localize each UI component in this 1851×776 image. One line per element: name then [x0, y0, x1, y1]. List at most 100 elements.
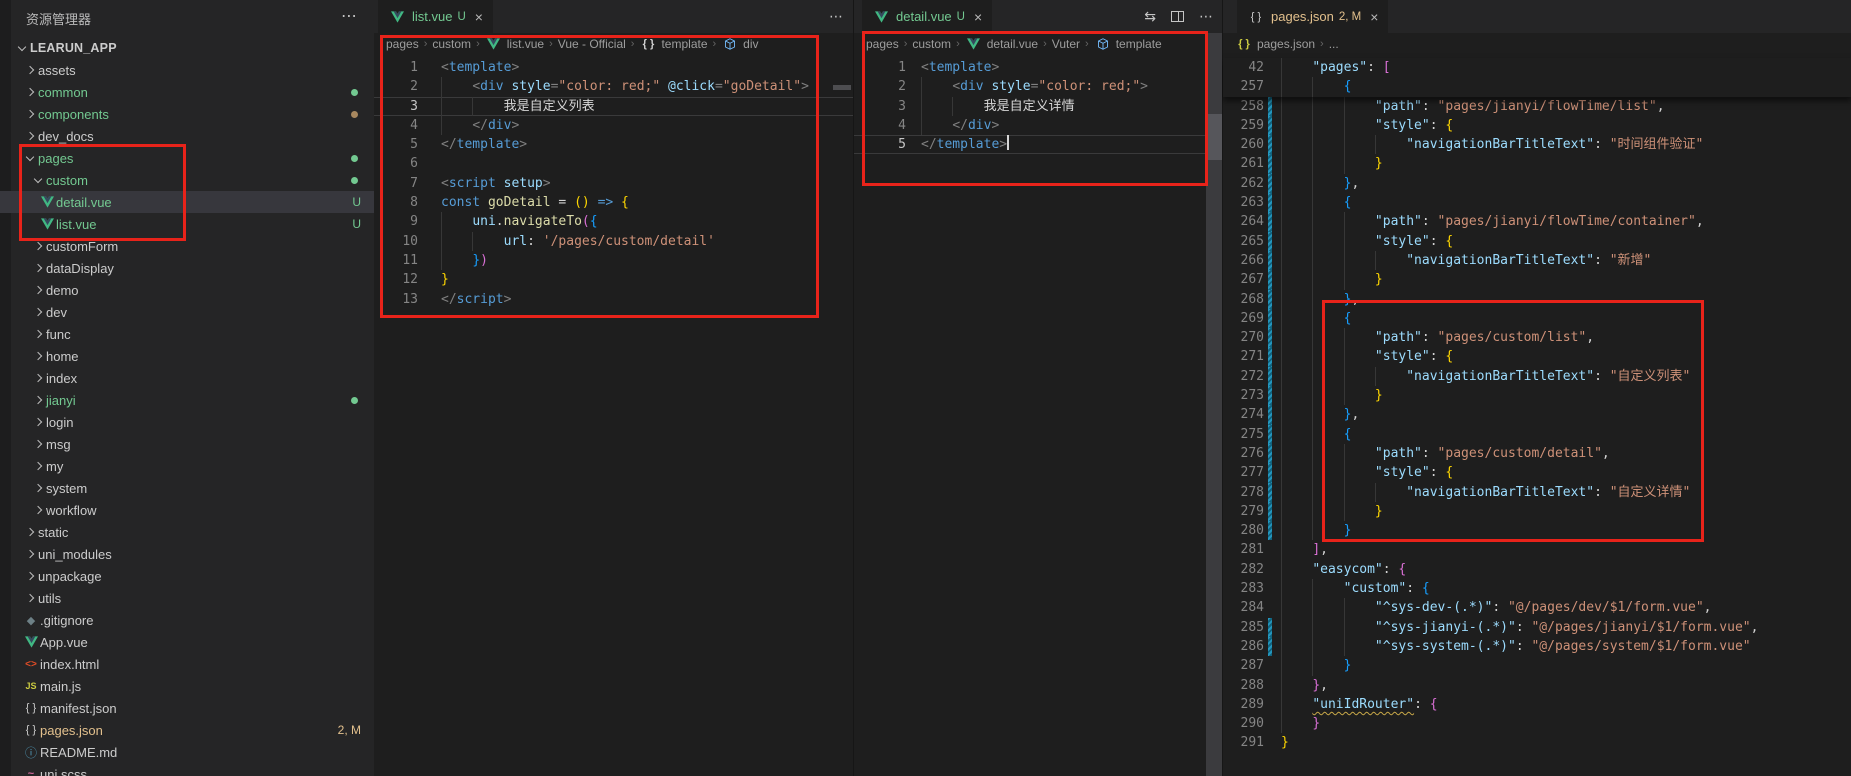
- breadcrumb-item[interactable]: detail.vue: [965, 37, 1038, 51]
- code-line[interactable]: 274 },: [1223, 405, 1851, 424]
- breadcrumb-item[interactable]: { }pages.json: [1235, 37, 1315, 51]
- breadcrumb-item[interactable]: Vue - Official: [558, 37, 626, 51]
- breadcrumb-item[interactable]: { }template: [639, 37, 707, 51]
- tree-item-pages[interactable]: pages: [0, 147, 374, 169]
- breadcrumb-item[interactable]: custom: [432, 37, 471, 51]
- code-line[interactable]: 262 },: [1223, 174, 1851, 193]
- code-area[interactable]: 1<template>2 <div style="color: red;" @c…: [374, 55, 853, 776]
- tree-item-manifest.json[interactable]: { }manifest.json: [0, 697, 374, 719]
- code-line[interactable]: 264 "path": "pages/jianyi/flowTime/conta…: [1223, 212, 1851, 231]
- tree-item-unpackage[interactable]: unpackage: [0, 565, 374, 587]
- tab-list-vue[interactable]: list.vueU×: [378, 0, 493, 33]
- code-line[interactable]: 257 {: [1223, 77, 1851, 96]
- breadcrumb-item[interactable]: div: [721, 37, 758, 51]
- tree-item-App.vue[interactable]: App.vue: [0, 631, 374, 653]
- tree-item-common[interactable]: common: [0, 81, 374, 103]
- code-line[interactable]: 4 </div>: [374, 116, 853, 135]
- close-icon[interactable]: ×: [974, 9, 982, 25]
- code-area[interactable]: 42 "pages": [257 {258 "path": "pages/jia…: [1223, 55, 1851, 776]
- tree-item-dev_docs[interactable]: dev_docs: [0, 125, 374, 147]
- tree-item-dataDisplay[interactable]: dataDisplay: [0, 257, 374, 279]
- code-line[interactable]: 265 "style": {: [1223, 232, 1851, 251]
- tree-item-msg[interactable]: msg: [0, 433, 374, 455]
- code-line[interactable]: 3 我是自定义详情: [854, 97, 1223, 116]
- code-line[interactable]: 2 <div style="color: red;" @click="goDet…: [374, 77, 853, 96]
- more-actions-icon[interactable]: ⋯: [1199, 8, 1213, 25]
- code-line[interactable]: 276 "path": "pages/custom/detail",: [1223, 444, 1851, 463]
- tree-item-.gitignore[interactable]: ◆.gitignore: [0, 609, 374, 631]
- tree-item-index.html[interactable]: <>index.html: [0, 653, 374, 675]
- code-line[interactable]: 277 "style": {: [1223, 463, 1851, 482]
- code-area[interactable]: 1<template>2 <div style="color: red;">3 …: [854, 55, 1223, 776]
- code-line[interactable]: 280 }: [1223, 521, 1851, 540]
- code-line[interactable]: 258 "path": "pages/jianyi/flowTime/list"…: [1223, 97, 1851, 116]
- tree-item-utils[interactable]: utils: [0, 587, 374, 609]
- code-line[interactable]: 285 "^sys-jianyi-(.*)": "@/pages/jianyi/…: [1223, 618, 1851, 637]
- tree-item-index[interactable]: index: [0, 367, 374, 389]
- tree-item-workflow[interactable]: workflow: [0, 499, 374, 521]
- code-line[interactable]: 269 {: [1223, 309, 1851, 328]
- open-changes-icon[interactable]: ⇆: [1144, 8, 1156, 25]
- code-line[interactable]: 282 "easycom": {: [1223, 560, 1851, 579]
- code-line[interactable]: 267 }: [1223, 270, 1851, 289]
- code-line[interactable]: 290 }: [1223, 714, 1851, 733]
- tree-item-components[interactable]: components: [0, 103, 374, 125]
- code-line[interactable]: 13</script>: [374, 290, 853, 309]
- tree-item-demo[interactable]: demo: [0, 279, 374, 301]
- code-line[interactable]: 284 "^sys-dev-(.*)": "@/pages/dev/$1/for…: [1223, 598, 1851, 617]
- code-line[interactable]: 1<template>: [854, 58, 1223, 77]
- breadcrumb-item[interactable]: custom: [912, 37, 951, 51]
- code-line[interactable]: 273 }: [1223, 386, 1851, 405]
- tree-item-LEARUN_APP[interactable]: LEARUN_APP: [0, 37, 374, 59]
- code-line[interactable]: 5</template>: [374, 135, 853, 154]
- code-line[interactable]: 4 </div>: [854, 116, 1223, 135]
- close-icon[interactable]: ×: [1370, 9, 1378, 25]
- code-line[interactable]: 283 "custom": {: [1223, 579, 1851, 598]
- breadcrumb-item[interactable]: list.vue: [485, 37, 544, 51]
- tree-item-my[interactable]: my: [0, 455, 374, 477]
- code-line[interactable]: 263 {: [1223, 193, 1851, 212]
- tree-item-custom[interactable]: custom: [0, 169, 374, 191]
- breadcrumb-item[interactable]: template: [1094, 37, 1162, 51]
- code-line[interactable]: 279 }: [1223, 502, 1851, 521]
- code-line[interactable]: 272 "navigationBarTitleText": "自定义列表": [1223, 367, 1851, 386]
- tree-item-uni_modules[interactable]: uni_modules: [0, 543, 374, 565]
- code-line[interactable]: 5</template>: [854, 135, 1223, 154]
- tree-item-list.vue[interactable]: list.vueU: [0, 213, 374, 235]
- code-line[interactable]: 2 <div style="color: red;">: [854, 77, 1223, 96]
- code-line[interactable]: 3 我是自定义列表: [374, 97, 853, 116]
- breadcrumb-item[interactable]: pages: [386, 37, 419, 51]
- tab-detail-vue[interactable]: detail.vueU×: [862, 0, 992, 33]
- code-line[interactable]: 275 {: [1223, 425, 1851, 444]
- code-line[interactable]: 260 "navigationBarTitleText": "时间组件验证": [1223, 135, 1851, 154]
- code-line[interactable]: 10 url: '/pages/custom/detail': [374, 232, 853, 251]
- breadcrumb-item[interactable]: Vuter: [1052, 37, 1080, 51]
- code-line[interactable]: 8const goDetail = () => {: [374, 193, 853, 212]
- tree-item-README.md[interactable]: ⓘREADME.md: [0, 741, 374, 763]
- code-line[interactable]: 12}: [374, 270, 853, 289]
- code-line[interactable]: 259 "style": {: [1223, 116, 1851, 135]
- code-line[interactable]: 289 "uniIdRouter": {: [1223, 695, 1851, 714]
- code-line[interactable]: 9 uni.navigateTo({: [374, 212, 853, 231]
- tree-item-func[interactable]: func: [0, 323, 374, 345]
- tree-item-static[interactable]: static: [0, 521, 374, 543]
- code-line[interactable]: 42 "pages": [: [1223, 58, 1851, 77]
- tree-item-customForm[interactable]: customForm: [0, 235, 374, 257]
- tree-item-login[interactable]: login: [0, 411, 374, 433]
- more-actions-icon[interactable]: ⋯: [829, 8, 843, 25]
- more-actions-icon[interactable]: ⋯: [341, 6, 358, 26]
- code-line[interactable]: 1<template>: [374, 58, 853, 77]
- code-line[interactable]: 7<script setup>: [374, 174, 853, 193]
- code-line[interactable]: 271 "style": {: [1223, 347, 1851, 366]
- code-line[interactable]: 288 },: [1223, 676, 1851, 695]
- code-line[interactable]: 261 }: [1223, 154, 1851, 173]
- tab-pages-json[interactable]: { }pages.json2, M×: [1237, 0, 1388, 33]
- code-line[interactable]: 266 "navigationBarTitleText": "新增": [1223, 251, 1851, 270]
- tree-item-dev[interactable]: dev: [0, 301, 374, 323]
- tree-item-uni.scss[interactable]: ~uni.scss: [0, 763, 374, 776]
- editor-scrollbar-slider[interactable]: [1206, 114, 1222, 160]
- tree-item-jianyi[interactable]: jianyi: [0, 389, 374, 411]
- code-line[interactable]: 11 }): [374, 251, 853, 270]
- breadcrumb-item[interactable]: pages: [866, 37, 899, 51]
- code-line[interactable]: 270 "path": "pages/custom/list",: [1223, 328, 1851, 347]
